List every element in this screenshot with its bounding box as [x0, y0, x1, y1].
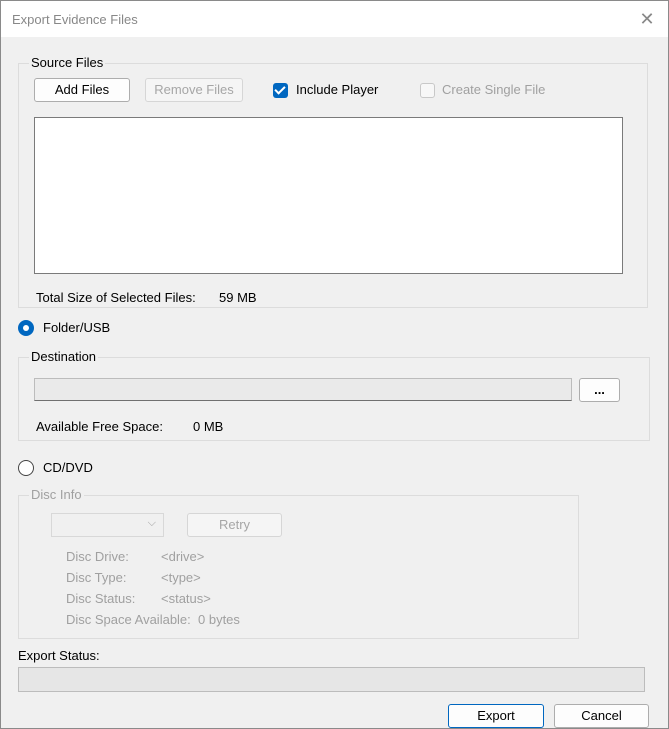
- chevron-down-icon: ⌵: [147, 517, 156, 529]
- free-space-value: 0 MB: [193, 419, 224, 434]
- create-single-file-checkbox[interactable]: [420, 83, 435, 98]
- cancel-button[interactable]: Cancel: [554, 704, 649, 728]
- disc-space-label: Disc Space Available:: [66, 612, 191, 627]
- export-progress-bar: [18, 667, 645, 692]
- remove-files-button[interactable]: Remove Files: [145, 78, 243, 102]
- include-player-checkbox[interactable]: [273, 83, 288, 98]
- disc-space-value: 0 bytes: [198, 612, 240, 627]
- disc-type-label: Disc Type:: [66, 570, 127, 585]
- destination-label: Destination: [29, 349, 99, 364]
- total-size-label: Total Size of Selected Files:: [36, 290, 196, 305]
- include-player-label: Include Player: [296, 82, 379, 97]
- cd-dvd-label: CD/DVD: [43, 460, 93, 475]
- disc-drive-label: Disc Drive:: [66, 549, 129, 564]
- disc-status-value: <status>: [161, 591, 211, 606]
- export-status-label: Export Status:: [18, 648, 100, 663]
- retry-button[interactable]: Retry: [187, 513, 282, 537]
- disc-type-value: <type>: [161, 570, 201, 585]
- disc-info-label: Disc Info: [29, 487, 84, 502]
- export-dialog: Export Evidence Files ✕ Source Files Add…: [0, 0, 669, 729]
- cd-dvd-radio[interactable]: [18, 460, 34, 476]
- folder-usb-label: Folder/USB: [43, 320, 111, 335]
- disc-status-label: Disc Status:: [66, 591, 136, 606]
- dialog-title: Export Evidence Files: [12, 12, 138, 27]
- disc-drive-value: <drive>: [161, 549, 205, 564]
- create-single-file-label: Create Single File: [442, 82, 546, 97]
- source-files-label: Source Files: [29, 55, 106, 70]
- browse-button[interactable]: ...: [579, 378, 620, 402]
- add-files-button[interactable]: Add Files: [34, 78, 130, 102]
- destination-field[interactable]: [34, 378, 572, 401]
- close-icon[interactable]: ✕: [634, 6, 660, 32]
- free-space-label: Available Free Space:: [36, 419, 163, 434]
- source-files-list[interactable]: [34, 117, 623, 274]
- total-size-value: 59 MB: [219, 290, 257, 305]
- export-button[interactable]: Export: [448, 704, 544, 728]
- title-bar: Export Evidence Files ✕: [1, 1, 668, 37]
- folder-usb-radio[interactable]: [18, 320, 34, 336]
- disc-drive-select[interactable]: ⌵: [51, 513, 164, 537]
